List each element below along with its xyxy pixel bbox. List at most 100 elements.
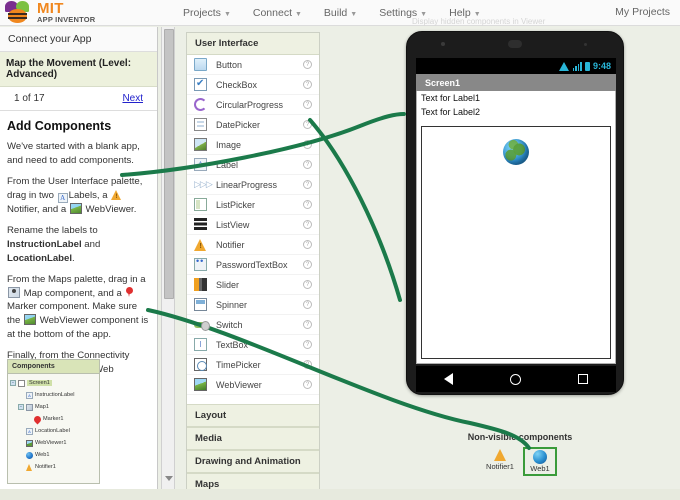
screen-canvas[interactable]: Text for Label1 Text for Label2 bbox=[416, 91, 616, 364]
tutorial-paragraph-4: From the Maps palette, drag in a Map com… bbox=[7, 273, 150, 341]
palette-item-notifier[interactable]: ! Notifier ? bbox=[187, 235, 319, 255]
help-icon[interactable]: ? bbox=[303, 160, 312, 169]
palette-item-checkbox[interactable]: CheckBox ? bbox=[187, 75, 319, 95]
palette-item-timepicker[interactable]: TimePicker ? bbox=[187, 355, 319, 375]
webviewer-icon bbox=[194, 378, 207, 391]
tree-node-webviewer1[interactable]: WebViewer1 bbox=[10, 437, 97, 449]
palette-item-label[interactable]: A Label ? bbox=[187, 155, 319, 175]
tutorial-next-link[interactable]: Next bbox=[122, 93, 143, 104]
components-tree: - Screen1 A InstructionLabel - Map1 Mark… bbox=[8, 374, 99, 476]
palette-item-datepicker[interactable]: DatePicker ? bbox=[187, 115, 319, 135]
tree-node-screen1[interactable]: - Screen1 bbox=[10, 377, 97, 389]
menu-projects[interactable]: Projects ▼ bbox=[172, 4, 242, 22]
help-icon[interactable]: ? bbox=[303, 140, 312, 149]
tutorial-paragraph-3: Rename the labels to InstructionLabel an… bbox=[7, 224, 150, 265]
expander-icon[interactable]: - bbox=[18, 404, 24, 410]
help-icon[interactable]: ? bbox=[303, 60, 312, 69]
home-icon[interactable] bbox=[509, 373, 521, 385]
scrollbar-thumb[interactable] bbox=[164, 29, 174, 299]
viewer-label2[interactable]: Text for Label2 bbox=[417, 105, 615, 119]
palette-item-label: Spinner bbox=[216, 299, 248, 310]
connect-your-app-header[interactable]: Connect your App bbox=[0, 27, 157, 52]
help-icon[interactable]: ? bbox=[303, 220, 312, 229]
notifier-icon: ! bbox=[111, 189, 122, 200]
proximity-sensor-icon bbox=[584, 43, 587, 46]
tree-node-marker1[interactable]: Marker1 bbox=[10, 413, 97, 425]
help-icon[interactable]: ? bbox=[303, 260, 312, 269]
back-icon[interactable] bbox=[444, 373, 454, 385]
palette-item-spinner[interactable]: Spinner ? bbox=[187, 295, 319, 315]
signal-icon bbox=[572, 61, 582, 71]
help-icon[interactable]: ? bbox=[303, 340, 312, 349]
viewer-map-component[interactable] bbox=[421, 126, 611, 359]
help-icon[interactable]: ? bbox=[303, 120, 312, 129]
menu-connect[interactable]: Connect ▼ bbox=[242, 4, 313, 22]
palette-item-label: PasswordTextBox bbox=[216, 259, 288, 270]
palette-item-label: LinearProgress bbox=[216, 179, 278, 190]
tree-node-label: Notifier1 bbox=[35, 464, 56, 470]
tut-p4-b: Map component, and a bbox=[23, 287, 122, 299]
front-camera-icon bbox=[441, 42, 445, 46]
palette-item-listpicker[interactable]: ListPicker ? bbox=[187, 195, 319, 215]
tutorial-title: Map the Movement (Level: Advanced) bbox=[0, 52, 157, 87]
chevron-down-icon: ▼ bbox=[350, 10, 358, 18]
palette-item-textbox[interactable]: I TextBox ? bbox=[187, 335, 319, 355]
components-tree-panel: Components - Screen1 A InstructionLabel … bbox=[7, 359, 100, 484]
non-visible-item-notifier1[interactable]: Notifier1 bbox=[483, 447, 517, 476]
tutorial-paragraph-2: From the User Interface palette, drag in… bbox=[7, 175, 150, 216]
app-root: MIT APP INVENTOR Projects ▼ Connect ▼ Buil… bbox=[0, 0, 680, 500]
help-icon[interactable]: ? bbox=[303, 320, 312, 329]
mit-app-inventor-logo[interactable]: MIT APP INVENTOR bbox=[0, 0, 172, 25]
palette-item-webviewer[interactable]: WebViewer ? bbox=[187, 375, 319, 395]
help-icon[interactable]: ? bbox=[303, 180, 312, 189]
notifier-icon: ! bbox=[194, 238, 207, 251]
tree-node-notifier1[interactable]: Notifier1 bbox=[10, 461, 97, 473]
help-icon[interactable]: ? bbox=[303, 240, 312, 249]
tut-p3-e: . bbox=[72, 252, 75, 264]
screen-icon bbox=[18, 379, 25, 387]
menu-build[interactable]: Build ▼ bbox=[313, 4, 368, 22]
tutorial-panel: Connect your App Map the Movement (Level… bbox=[0, 27, 158, 489]
scroll-down-arrow-icon[interactable] bbox=[165, 476, 173, 481]
webviewer-icon bbox=[24, 314, 37, 326]
earpiece-speaker bbox=[508, 40, 522, 48]
palette-item-slider[interactable]: Slider ? bbox=[187, 275, 319, 295]
palette-item-button[interactable]: Button ? bbox=[187, 55, 319, 75]
palette-section-user-interface[interactable]: User Interface bbox=[187, 33, 319, 55]
recents-icon[interactable] bbox=[577, 374, 588, 384]
help-icon[interactable]: ? bbox=[303, 380, 312, 389]
palette-category-drawing-and-animation[interactable]: Drawing and Animation bbox=[187, 450, 319, 473]
left-panel-scrollbar[interactable] bbox=[161, 27, 175, 489]
palette-item-circularprogress[interactable]: CircularProgress ? bbox=[187, 95, 319, 115]
palette-category-media[interactable]: Media bbox=[187, 427, 319, 450]
help-icon[interactable]: ? bbox=[303, 300, 312, 309]
viewer-label1[interactable]: Text for Label1 bbox=[417, 91, 615, 105]
palette-item-passwordtextbox[interactable]: PasswordTextBox ? bbox=[187, 255, 319, 275]
help-icon[interactable]: ? bbox=[303, 200, 312, 209]
non-visible-item-label: Web1 bbox=[530, 464, 550, 473]
help-icon[interactable]: ? bbox=[303, 100, 312, 109]
bottom-strip bbox=[0, 489, 680, 500]
my-projects-link[interactable]: My Projects bbox=[615, 6, 670, 18]
palette-item-image[interactable]: Image ? bbox=[187, 135, 319, 155]
palette-item-switch[interactable]: Switch ? bbox=[187, 315, 319, 335]
palette-panel: User Interface Button ? CheckBox ? Circu… bbox=[186, 32, 320, 500]
switch-icon bbox=[194, 318, 210, 331]
expander-icon[interactable]: - bbox=[10, 380, 16, 386]
help-icon[interactable]: ? bbox=[303, 280, 312, 289]
phone-top-bezel bbox=[407, 32, 623, 58]
palette-category-layout[interactable]: Layout bbox=[187, 404, 319, 427]
help-icon[interactable]: ? bbox=[303, 80, 312, 89]
help-icon[interactable]: ? bbox=[303, 360, 312, 369]
palette-item-label: Label bbox=[216, 159, 239, 170]
tree-node-instructionlabel[interactable]: A InstructionLabel bbox=[10, 389, 97, 401]
palette-item-listview[interactable]: ListView ? bbox=[187, 215, 319, 235]
tree-node-web1[interactable]: Web1 bbox=[10, 449, 97, 461]
top-menu-bar: MIT APP INVENTOR Projects ▼ Connect ▼ Buil… bbox=[0, 0, 680, 26]
display-hidden-components-hint[interactable]: Display hidden components in Viewer bbox=[412, 17, 545, 26]
palette-item-linearprogress[interactable]: ▷▷▷ LinearProgress ? bbox=[187, 175, 319, 195]
non-visible-item-web1[interactable]: Web1 bbox=[523, 447, 557, 476]
tree-node-map1[interactable]: - Map1 bbox=[10, 401, 97, 413]
menu-projects-label: Projects bbox=[183, 6, 221, 19]
tree-node-locationlabel[interactable]: A LocationLabel bbox=[10, 425, 97, 437]
